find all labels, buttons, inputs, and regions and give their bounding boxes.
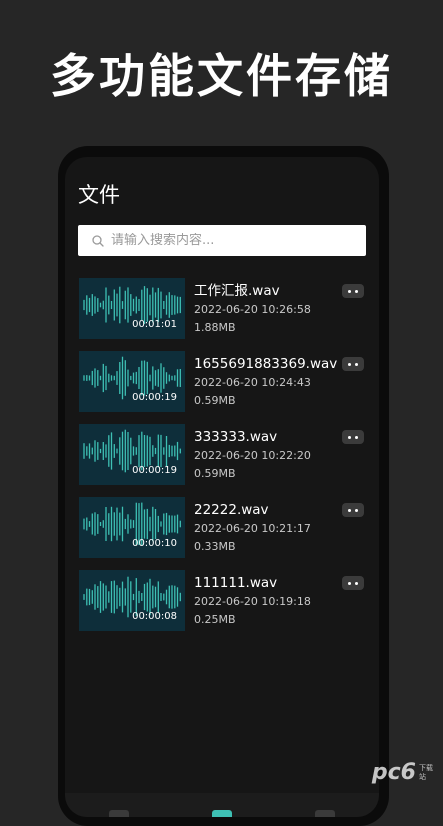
watermark-logo: pc6	[371, 760, 416, 785]
file-date: 2022-06-20 10:21:17	[194, 522, 311, 535]
file-size: 0.59MB	[194, 394, 236, 407]
file-date: 2022-06-20 10:22:20	[194, 449, 311, 462]
file-duration: 00:01:01	[132, 319, 177, 330]
file-list: 00:01:01 工作汇报.wav 2022-06-20 10:26:58 1.…	[79, 278, 371, 643]
more-dots-icon	[348, 435, 351, 439]
waveform-thumbnail: 00:00:10	[79, 497, 185, 558]
file-more-button[interactable]	[342, 430, 364, 444]
page-title: 文件	[78, 183, 120, 207]
file-more-button[interactable]	[342, 284, 364, 298]
watermark: pc6 下载站	[372, 761, 435, 785]
file-name: 工作汇报.wav	[194, 283, 280, 299]
phone-screen: 文件 00:01:01 工作汇报.wav 2022-06-20 10:26:58…	[65, 157, 379, 817]
file-more-button[interactable]	[342, 503, 364, 517]
file-duration: 00:00:19	[132, 392, 177, 403]
tab-files[interactable]	[212, 810, 232, 817]
file-duration: 00:00:10	[132, 538, 177, 549]
watermark-text: 下载站	[419, 764, 433, 781]
search-input[interactable]	[111, 233, 341, 248]
file-size: 0.33MB	[194, 540, 236, 553]
file-size: 0.59MB	[194, 467, 236, 480]
more-dots-icon	[348, 581, 351, 585]
waveform-thumbnail: 00:00:08	[79, 570, 185, 631]
file-item[interactable]: 00:01:01 工作汇报.wav 2022-06-20 10:26:58 1.…	[79, 278, 371, 339]
file-name: 333333.wav	[194, 429, 278, 445]
more-dots-icon	[348, 508, 351, 512]
waveform-thumbnail: 00:00:19	[79, 351, 185, 412]
more-dots-icon	[348, 362, 351, 366]
file-duration: 00:00:19	[132, 465, 177, 476]
more-dot	[355, 508, 358, 512]
file-name: 22222.wav	[194, 502, 269, 518]
waveform-thumbnail: 00:01:01	[79, 278, 185, 339]
file-more-button[interactable]	[342, 357, 364, 371]
bottom-tab-bar	[65, 793, 379, 817]
file-name: 111111.wav	[194, 575, 278, 591]
file-item[interactable]: 00:00:19 333333.wav 2022-06-20 10:22:20 …	[79, 424, 371, 485]
waveform-thumbnail: 00:00:19	[79, 424, 185, 485]
more-dot	[355, 362, 358, 366]
search-bar[interactable]	[78, 225, 366, 256]
file-date: 2022-06-20 10:26:58	[194, 303, 311, 316]
file-size: 1.88MB	[194, 321, 236, 334]
tab-mine[interactable]	[315, 810, 335, 817]
file-name: 1655691883369.wav	[194, 356, 338, 372]
more-dot	[355, 289, 358, 293]
file-date: 2022-06-20 10:19:18	[194, 595, 311, 608]
file-item[interactable]: 00:00:19 1655691883369.wav 2022-06-20 10…	[79, 351, 371, 412]
file-duration: 00:00:08	[132, 611, 177, 622]
more-dot	[355, 435, 358, 439]
promo-headline: 多功能文件存储	[50, 49, 393, 103]
file-size: 0.25MB	[194, 613, 236, 626]
file-item[interactable]: 00:00:10 22222.wav 2022-06-20 10:21:17 0…	[79, 497, 371, 558]
search-icon	[92, 234, 104, 247]
tab-record[interactable]	[109, 810, 129, 817]
more-dots-icon	[348, 289, 351, 293]
file-more-button[interactable]	[342, 576, 364, 590]
file-date: 2022-06-20 10:24:43	[194, 376, 311, 389]
file-item[interactable]: 00:00:08 111111.wav 2022-06-20 10:19:18 …	[79, 570, 371, 631]
more-dot	[355, 581, 358, 585]
